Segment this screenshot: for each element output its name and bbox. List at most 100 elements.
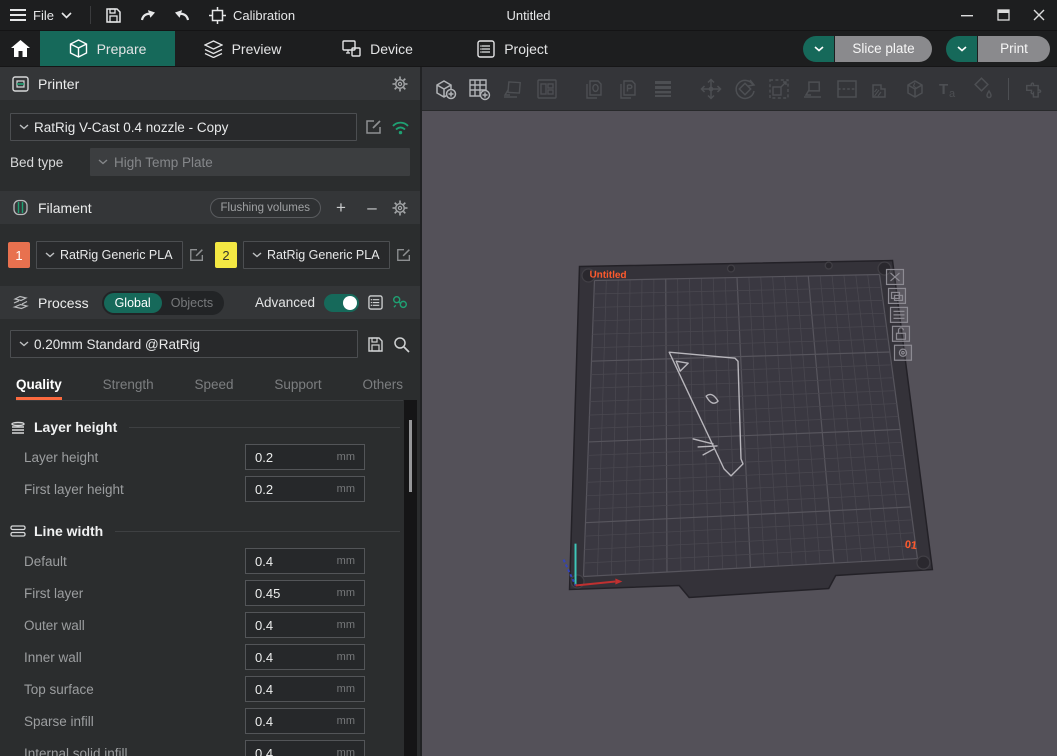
redo-button[interactable] [165, 0, 199, 30]
line-width-section-header: Line width [0, 517, 420, 545]
save-preset-icon[interactable] [367, 336, 384, 353]
chevron-down-icon [814, 46, 824, 52]
line-width-first-layer-input[interactable]: 0.45 mm [245, 580, 365, 606]
tab-device[interactable]: Device [310, 31, 445, 66]
color-painting-button[interactable] [966, 72, 1000, 106]
undo-button[interactable] [131, 0, 165, 30]
filament-2-preset-select[interactable]: RatRig Generic PLA [243, 241, 390, 269]
arrange-button[interactable] [530, 72, 564, 106]
layer-height-section-header: Layer height [0, 413, 420, 441]
scale-button[interactable] [762, 72, 796, 106]
save-button[interactable] [97, 0, 131, 30]
main-menu-button[interactable]: File [0, 0, 84, 30]
settings-scrollbar[interactable] [404, 400, 417, 756]
printer-preset-select[interactable]: RatRig V-Cast 0.4 nozzle - Copy [10, 113, 357, 141]
variable-layer-height-button[interactable] [646, 72, 680, 106]
process-icon [12, 295, 29, 310]
split-to-objects-button[interactable] [578, 72, 612, 106]
scope-objects-option[interactable]: Objects [162, 293, 222, 313]
mesh-boolean-button[interactable] [898, 72, 932, 106]
filament-2-color-badge[interactable]: 2 [215, 242, 237, 268]
support-painting-button[interactable] [864, 72, 898, 106]
rotate-button[interactable] [728, 72, 762, 106]
printer-connection-wifi-icon[interactable] [391, 120, 410, 135]
lock-plate-icon[interactable] [893, 326, 910, 341]
add-object-button[interactable] [428, 72, 462, 106]
build-plate[interactable]: Untitled 01 [422, 111, 1057, 754]
print-button[interactable]: Print [978, 36, 1050, 62]
print-options-dropdown[interactable] [946, 36, 977, 62]
filament-1-color-badge[interactable]: 1 [8, 242, 30, 268]
project-icon [477, 40, 495, 58]
edit-printer-icon[interactable] [365, 118, 383, 136]
viewport-toolbar: T a [422, 67, 1057, 111]
tab-quality[interactable]: Quality [16, 377, 62, 400]
parameter-list-icon[interactable] [368, 295, 383, 310]
add-filament-button[interactable]: + [330, 198, 352, 218]
line-width-sparse-infill-input[interactable]: 0.4 mm [245, 708, 365, 734]
printer-preset-value: RatRig V-Cast 0.4 nozzle - Copy [34, 120, 228, 135]
bed-type-select[interactable]: High Temp Plate [90, 148, 410, 176]
line-width-top-surface-input[interactable]: 0.4 mm [245, 676, 365, 702]
advanced-toggle[interactable] [324, 294, 359, 312]
printer-settings-gear-icon[interactable] [392, 76, 408, 92]
arrange-plate-icon[interactable] [891, 307, 908, 322]
edit-filament-1-icon[interactable] [189, 247, 205, 263]
edit-filament-2-icon[interactable] [396, 247, 412, 263]
scope-global-option[interactable]: Global [104, 293, 162, 313]
tab-preview[interactable]: Preview [175, 31, 310, 66]
filament-settings-gear-icon[interactable] [392, 200, 408, 216]
remove-filament-button[interactable]: – [361, 198, 383, 218]
delete-plate-icon[interactable] [887, 270, 904, 285]
close-button[interactable] [1021, 0, 1057, 30]
line-width-inner-wall-input[interactable]: 0.4 mm [245, 644, 365, 670]
calibration-button[interactable]: Calibration [199, 0, 305, 30]
tab-project[interactable]: Project [445, 31, 580, 66]
process-preset-select[interactable]: 0.20mm Standard @RatRig [10, 330, 358, 358]
flushing-volumes-button[interactable]: Flushing volumes [210, 198, 321, 218]
filament-1-preset-value: RatRig Generic PLA [60, 248, 173, 262]
minimize-icon [961, 9, 973, 21]
filament-1-preset-select[interactable]: RatRig Generic PLA [36, 241, 183, 269]
maximize-button[interactable] [985, 0, 1021, 30]
place-on-face-button[interactable] [796, 72, 830, 106]
line-width-default-input[interactable]: 0.4 mm [245, 548, 365, 574]
line-width-section-title: Line width [34, 523, 103, 539]
auto-orient-button[interactable] [496, 72, 530, 106]
tab-prepare[interactable]: Prepare [40, 31, 175, 66]
slice-plate-button[interactable]: Slice plate [835, 36, 932, 62]
search-settings-icon[interactable] [393, 336, 410, 353]
place-on-face-icon [801, 77, 825, 101]
tab-prepare-label: Prepare [97, 41, 147, 57]
tab-support[interactable]: Support [274, 377, 321, 400]
text-shape-button[interactable]: T a [932, 72, 966, 106]
chevron-down-icon [98, 159, 108, 165]
filament-section-title: Filament [38, 200, 92, 216]
build-plate-canvas[interactable]: Untitled 01 [422, 111, 1057, 756]
assembly-view-button[interactable] [1017, 72, 1051, 106]
cut-button[interactable] [830, 72, 864, 106]
chevron-down-icon [19, 341, 29, 347]
line-width-outer-wall-input[interactable]: 0.4 mm [245, 612, 365, 638]
clone-plate-icon[interactable] [889, 288, 906, 303]
add-plate-button[interactable] [462, 72, 496, 106]
plate-settings-icon[interactable] [895, 345, 912, 360]
tab-strength[interactable]: Strength [103, 377, 154, 400]
tab-speed[interactable]: Speed [194, 377, 233, 400]
undo-icon [139, 8, 157, 22]
compare-presets-icon[interactable] [392, 295, 408, 310]
slice-options-dropdown[interactable] [803, 36, 834, 62]
split-to-parts-button[interactable] [612, 72, 646, 106]
slice-plate-button-group: Slice plate [803, 36, 932, 61]
add-plate-icon [467, 77, 491, 101]
line-width-internal-solid-infill-input[interactable]: 0.4 mm [245, 740, 365, 756]
first-layer-height-input[interactable]: 0.2 mm [245, 476, 365, 502]
move-button[interactable] [694, 72, 728, 106]
param-row-internal-solid-infill: Internal solid infill 0.4 mm [0, 737, 420, 756]
mesh-boolean-icon [903, 77, 927, 101]
layer-height-input[interactable]: 0.2 mm [245, 444, 365, 470]
minimize-button[interactable] [949, 0, 985, 30]
settings-scrollbar-thumb[interactable] [409, 420, 412, 492]
home-button[interactable] [0, 31, 40, 66]
tab-others[interactable]: Others [362, 377, 403, 400]
